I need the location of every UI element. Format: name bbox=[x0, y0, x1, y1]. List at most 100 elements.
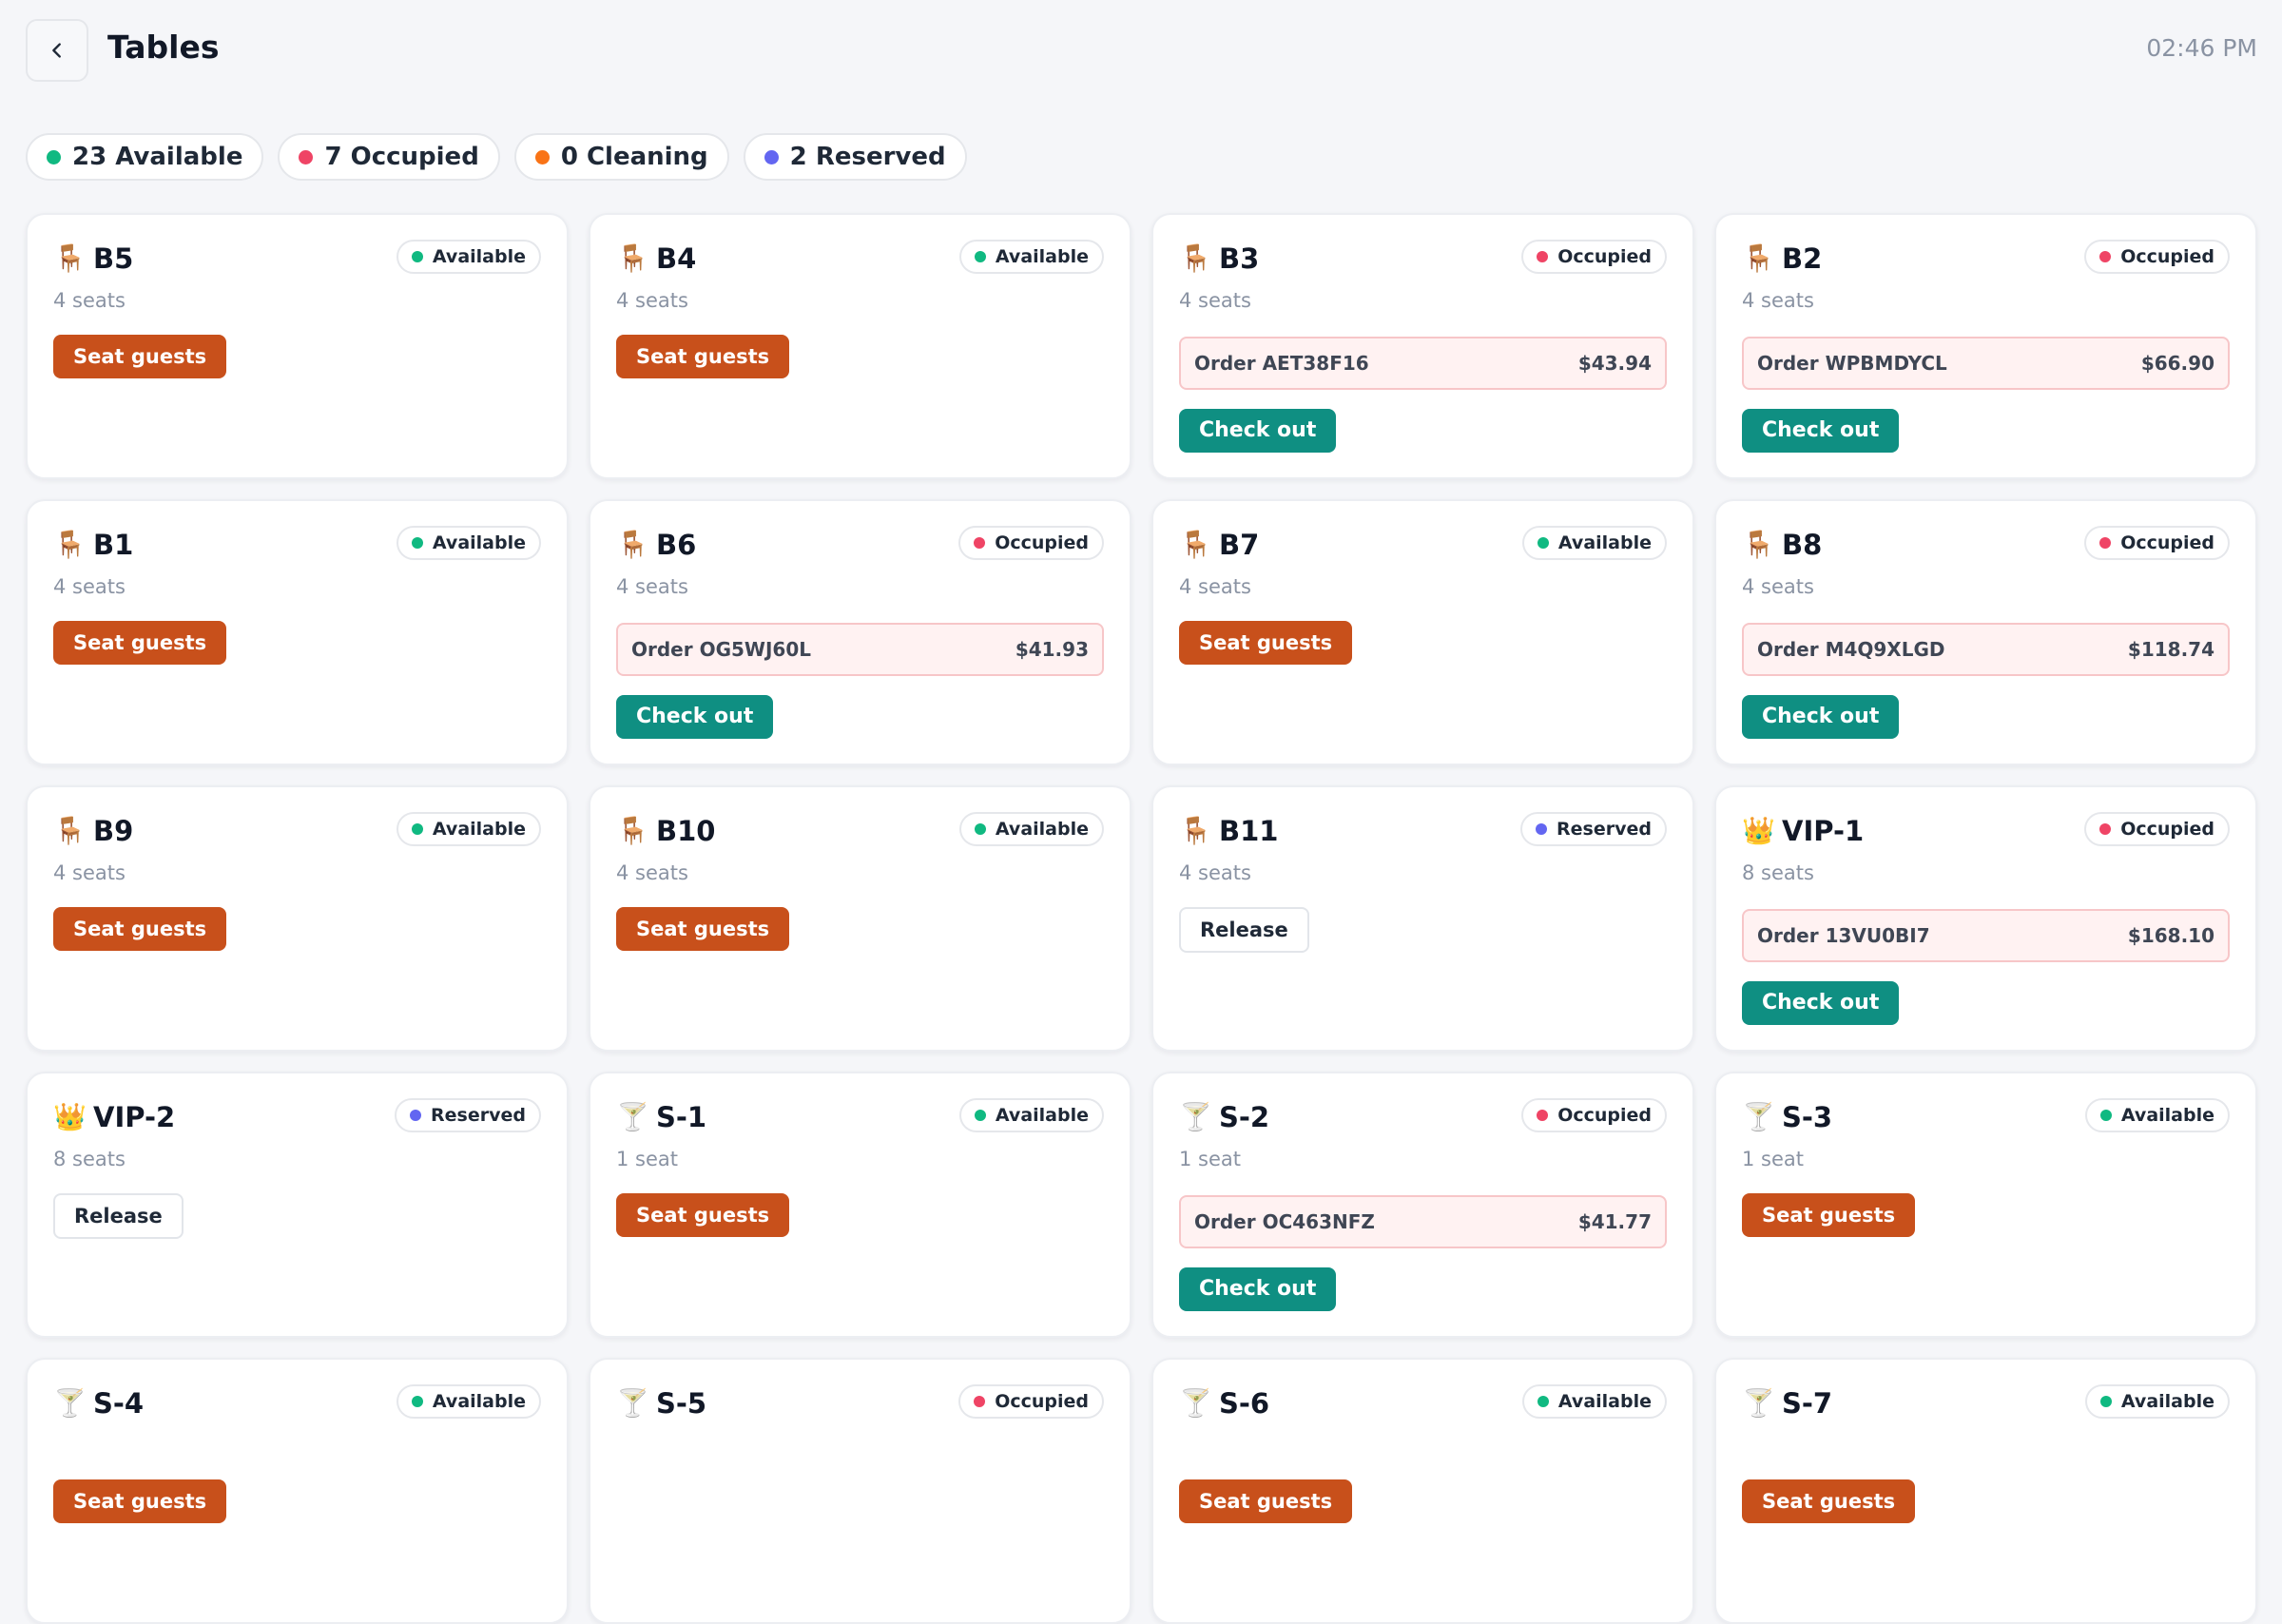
status-dot bbox=[2099, 823, 2112, 835]
seat-count: 4 seats bbox=[1742, 575, 1814, 598]
seat-guests-button[interactable]: Seat guests bbox=[1179, 621, 1353, 665]
status-summary: 23 Available 7 Occupied 0 Cleaning 2 Reserv… bbox=[26, 133, 967, 181]
status-dot bbox=[534, 149, 550, 164]
order-summary[interactable]: Order WPBMDYCL $66.90 bbox=[1742, 337, 2230, 390]
table-card[interactable]: 👑 VIP-1 Occupied 8 seats Order 13VU0BI7 $168.… bbox=[1714, 785, 2257, 1052]
cocktail-icon: 🍸 bbox=[1179, 1387, 1212, 1419]
table-name: B2 bbox=[1782, 242, 1823, 275]
seat-guests-button[interactable]: Seat guests bbox=[616, 907, 790, 951]
table-card[interactable]: 🪑 B1 Available 4 seats Seat guests bbox=[26, 499, 569, 765]
status-dot bbox=[974, 1110, 986, 1121]
status-badge: Occupied bbox=[2084, 812, 2230, 846]
filter-pill-occupied[interactable]: 7 Occupied bbox=[278, 133, 500, 181]
seat-guests-button[interactable]: Seat guests bbox=[616, 1193, 790, 1237]
table-card[interactable]: 🪑 B9 Available 4 seats Seat guests bbox=[26, 785, 569, 1052]
table-card[interactable]: 🪑 B4 Available 4 seats Seat guests bbox=[589, 213, 1131, 479]
status-label: Occupied bbox=[1557, 1105, 1652, 1126]
status-dot bbox=[764, 149, 779, 164]
table-name: B7 bbox=[1219, 529, 1260, 561]
status-dot bbox=[411, 823, 423, 835]
back-button[interactable] bbox=[26, 19, 88, 82]
table-card[interactable]: 🍸 S-1 Available 1 seat Seat guests bbox=[589, 1072, 1131, 1338]
status-label: Reserved bbox=[1557, 819, 1652, 840]
status-label: Occupied bbox=[995, 532, 1089, 553]
table-name: B9 bbox=[93, 815, 134, 847]
seat-guests-button[interactable]: Seat guests bbox=[53, 907, 227, 951]
filter-pill-label: 23 Available bbox=[72, 143, 243, 171]
status-badge: Available bbox=[2084, 1098, 2230, 1132]
status-label: Available bbox=[432, 1391, 526, 1412]
page-title: Tables bbox=[107, 29, 220, 66]
seat-count: 4 seats bbox=[616, 861, 688, 884]
table-name: B8 bbox=[1782, 529, 1823, 561]
order-summary[interactable]: Order OG5WJ60L $41.93 bbox=[616, 623, 1104, 676]
table-card[interactable]: 🪑 B5 Available 4 seats Seat guests bbox=[26, 213, 569, 479]
seat-count bbox=[616, 1434, 1104, 1459]
table-card[interactable]: 🍸 S-5 Occupied bbox=[589, 1358, 1131, 1624]
order-summary[interactable]: Order M4Q9XLGD $118.74 bbox=[1742, 623, 2230, 676]
seat-guests-button[interactable]: Seat guests bbox=[1742, 1479, 1916, 1523]
table-card[interactable]: 🪑 B11 Reserved 4 seats Release bbox=[1151, 785, 1694, 1052]
release-button[interactable]: Release bbox=[1179, 907, 1309, 953]
check-out-button[interactable]: Check out bbox=[1742, 695, 1900, 739]
release-button[interactable]: Release bbox=[53, 1193, 184, 1239]
status-dot bbox=[411, 251, 423, 262]
table-card[interactable]: 🪑 B3 Occupied 4 seats Order AET38F16 $43.94 Ch… bbox=[1151, 213, 1694, 479]
status-badge: Available bbox=[1521, 1384, 1667, 1419]
check-out-button[interactable]: Check out bbox=[1742, 981, 1900, 1025]
table-name: S-3 bbox=[1782, 1101, 1833, 1133]
table-name: B1 bbox=[93, 529, 134, 561]
table-card[interactable]: 🍸 S-7 Available Seat guests bbox=[1714, 1358, 2257, 1624]
seat-guests-button[interactable]: Seat guests bbox=[1179, 1479, 1353, 1523]
table-card[interactable]: 🍸 S-2 Occupied 1 seat Order OC463NFZ $41.77 Ch… bbox=[1151, 1072, 1694, 1338]
seat-count: 1 seat bbox=[1742, 1148, 1804, 1170]
table-card[interactable]: 🪑 B7 Available 4 seats Seat guests bbox=[1151, 499, 1694, 765]
status-dot bbox=[1536, 823, 1548, 835]
status-dot bbox=[2099, 251, 2112, 262]
table-card[interactable]: 👑 VIP-2 Reserved 8 seats Release bbox=[26, 1072, 569, 1338]
table-card[interactable]: 🍸 S-4 Available Seat guests bbox=[26, 1358, 569, 1624]
order-summary[interactable]: Order 13VU0BI7 $168.10 bbox=[1742, 909, 2230, 962]
status-label: Available bbox=[1557, 1391, 1652, 1412]
chair-icon: 🪑 bbox=[1179, 242, 1212, 274]
order-number: Order OG5WJ60L bbox=[631, 638, 811, 661]
chair-icon: 🪑 bbox=[616, 815, 649, 846]
status-badge: Occupied bbox=[958, 526, 1104, 560]
seat-guests-button[interactable]: Seat guests bbox=[616, 335, 790, 378]
status-label: Available bbox=[2120, 1391, 2214, 1412]
table-name: VIP-2 bbox=[93, 1101, 176, 1133]
status-badge: Available bbox=[2084, 1384, 2230, 1419]
status-badge: Available bbox=[1521, 526, 1667, 560]
seat-guests-button[interactable]: Seat guests bbox=[1742, 1193, 1916, 1237]
table-card[interactable]: 🪑 B6 Occupied 4 seats Order OG5WJ60L $41.93 Ch… bbox=[589, 499, 1131, 765]
seat-count bbox=[1742, 1434, 2230, 1459]
seat-count bbox=[1179, 1434, 1667, 1459]
table-card[interactable]: 🪑 B2 Occupied 4 seats Order WPBMDYCL $66.90 Ch… bbox=[1714, 213, 2257, 479]
chair-icon: 🪑 bbox=[1742, 242, 1775, 274]
table-card[interactable]: 🪑 B10 Available 4 seats Seat guests bbox=[589, 785, 1131, 1052]
chair-icon: 🪑 bbox=[1179, 815, 1212, 846]
seat-count: 4 seats bbox=[1179, 575, 1251, 598]
table-card[interactable]: 🍸 S-3 Available 1 seat Seat guests bbox=[1714, 1072, 2257, 1338]
filter-pill-available[interactable]: 23 Available bbox=[26, 133, 264, 181]
chair-icon: 🪑 bbox=[1742, 529, 1775, 560]
seat-guests-button[interactable]: Seat guests bbox=[53, 621, 227, 665]
check-out-button[interactable]: Check out bbox=[616, 695, 774, 739]
status-label: Occupied bbox=[1557, 246, 1652, 267]
seat-guests-button[interactable]: Seat guests bbox=[53, 1479, 227, 1523]
check-out-button[interactable]: Check out bbox=[1179, 1267, 1337, 1311]
filter-pill-reserved[interactable]: 2 Reserved bbox=[743, 133, 967, 181]
status-dot bbox=[974, 537, 986, 549]
table-card[interactable]: 🍸 S-6 Available Seat guests bbox=[1151, 1358, 1694, 1624]
table-name: S-2 bbox=[1219, 1101, 1270, 1133]
seat-count: 1 seat bbox=[1179, 1148, 1241, 1170]
status-badge: Available bbox=[958, 812, 1104, 846]
order-summary[interactable]: Order OC463NFZ $41.77 bbox=[1179, 1195, 1667, 1248]
filter-pill-cleaning[interactable]: 0 Cleaning bbox=[513, 133, 729, 181]
check-out-button[interactable]: Check out bbox=[1179, 409, 1337, 453]
status-badge: Occupied bbox=[2084, 240, 2230, 274]
seat-guests-button[interactable]: Seat guests bbox=[53, 335, 227, 378]
table-card[interactable]: 🪑 B8 Occupied 4 seats Order M4Q9XLGD $118.74 C… bbox=[1714, 499, 2257, 765]
order-summary[interactable]: Order AET38F16 $43.94 bbox=[1179, 337, 1667, 390]
check-out-button[interactable]: Check out bbox=[1742, 409, 1900, 453]
